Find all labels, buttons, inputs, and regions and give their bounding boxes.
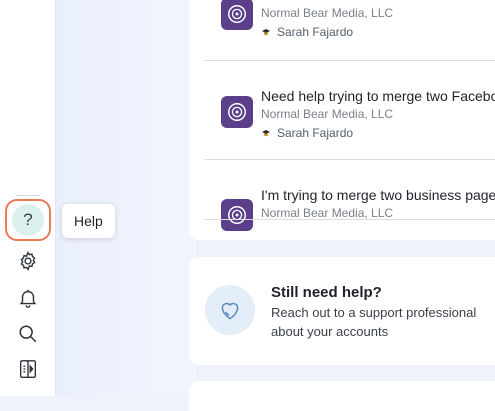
user-badge-icon xyxy=(262,29,270,36)
thread-item[interactable]: Need help trying to merge two Facebook N… xyxy=(205,61,495,160)
thread-org: Normal Bear Media, LLC xyxy=(261,206,394,220)
page-background xyxy=(56,0,196,396)
thread-person-name: Sarah Fajardo xyxy=(277,25,354,39)
thread-person-name: Sarah Fajardo xyxy=(277,126,354,140)
help-icon: ? xyxy=(12,204,44,236)
panel-toggle-icon xyxy=(19,360,37,378)
bear-logo-icon xyxy=(228,103,246,121)
help-button[interactable]: ? xyxy=(5,199,51,241)
heart-icon-circle xyxy=(205,285,255,335)
org-avatar xyxy=(221,0,253,30)
bottom-card xyxy=(189,381,495,411)
left-sidebar: ? xyxy=(0,0,56,396)
help-tooltip: Help xyxy=(62,204,115,238)
thread-title: Need help trying to merge two Facebook xyxy=(261,88,495,104)
list-divider xyxy=(205,219,495,220)
bear-logo-icon xyxy=(228,5,246,23)
toggle-panel-button[interactable] xyxy=(11,352,45,386)
thread-person: Sarah Fajardo xyxy=(261,25,353,39)
thread-person: Sarah Fajardo xyxy=(261,126,353,140)
help-card-description: Reach out to a support professional abou… xyxy=(271,305,477,339)
still-need-help-card[interactable]: Still need help? Reach out to a support … xyxy=(189,257,495,365)
settings-icon xyxy=(20,251,36,271)
thread-item[interactable]: I'm trying to merge two business pages N… xyxy=(205,160,495,231)
thread-title: I'm trying to merge two business pages xyxy=(261,187,495,203)
notifications-button[interactable] xyxy=(11,281,45,315)
sidebar-divider xyxy=(16,195,40,196)
thread-org: Normal Bear Media, LLC xyxy=(261,6,394,20)
settings-button[interactable] xyxy=(11,244,45,278)
bear-logo-icon xyxy=(228,206,246,224)
org-avatar xyxy=(221,96,253,128)
org-avatar xyxy=(221,199,253,231)
heart-icon xyxy=(221,302,239,320)
search-button[interactable] xyxy=(11,317,45,351)
threads-card: Normal Bear Media, LLC Sarah Fajardo Nee… xyxy=(189,0,495,240)
search-icon xyxy=(19,325,37,343)
help-tooltip-text: Help xyxy=(74,213,103,229)
help-card-title: Still need help? xyxy=(271,284,382,301)
thread-item[interactable]: Normal Bear Media, LLC Sarah Fajardo xyxy=(205,0,495,61)
user-badge-icon xyxy=(262,130,270,137)
bell-icon xyxy=(19,289,37,308)
thread-org: Normal Bear Media, LLC xyxy=(261,107,394,121)
